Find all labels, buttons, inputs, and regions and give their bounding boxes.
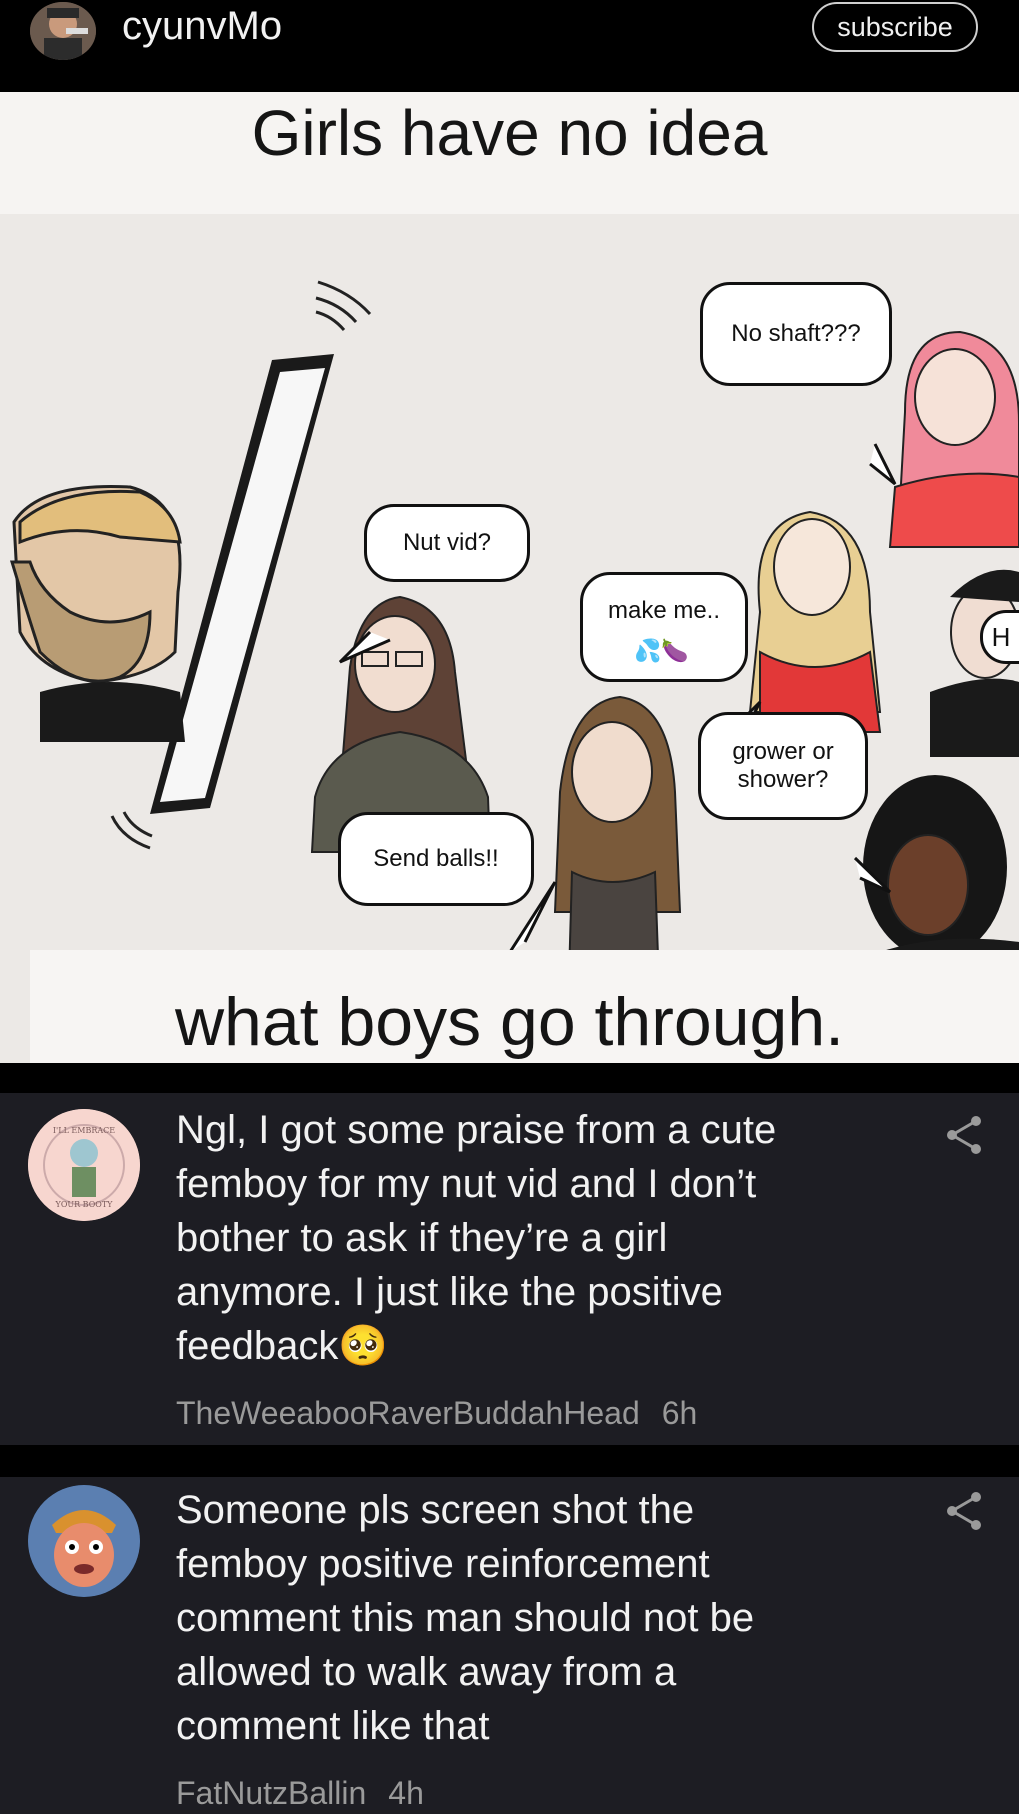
- comment-author[interactable]: FatNutzBallin: [176, 1775, 366, 1811]
- pink-hair-girl-drawing: [888, 330, 1019, 548]
- bubble-make-me-text: make me..: [607, 597, 721, 624]
- subscribe-button[interactable]: subscribe: [812, 2, 978, 52]
- post-header: cyunvMo subscribe: [0, 0, 1019, 92]
- bubble-send-balls: Send balls!!: [338, 812, 534, 906]
- meme-caption: what boys go through.: [174, 984, 845, 1060]
- bubble-make-me: make me..: [580, 572, 748, 682]
- bubble-grower-shower: grower or shower?: [698, 712, 868, 820]
- droplets-eggplant-emoji: 💦🍆: [634, 638, 689, 663]
- comment-avatar[interactable]: [28, 1485, 140, 1597]
- channel-name[interactable]: cyunvMo: [122, 4, 282, 49]
- comment-text: Ngl, I got some praise from a cute fembo…: [176, 1108, 777, 1368]
- comment-text: Someone pls screen shot the femboy posit…: [176, 1488, 755, 1748]
- comment-author[interactable]: TheWeeabooRaverBuddahHead: [176, 1395, 640, 1431]
- bubble-nut-vid: Nut vid?: [364, 504, 530, 582]
- comment-card: I'LL EMBRACE YOUR BOOTY Ngl, I got some …: [0, 1093, 1019, 1445]
- avatar-top-text: I'LL EMBRACE: [53, 1126, 115, 1135]
- section-divider: [0, 1063, 1019, 1093]
- bubble-no-shaft: No shaft???: [700, 282, 892, 386]
- section-divider: [0, 1445, 1019, 1477]
- share-icon[interactable]: [944, 1489, 984, 1533]
- share-icon[interactable]: [944, 1113, 984, 1157]
- meme-image: Girls have no idea No shaft??? Nut vid? …: [0, 92, 1019, 1063]
- comment-avatar[interactable]: I'LL EMBRACE YOUR BOOTY: [28, 1109, 140, 1221]
- comment-card: Someone pls screen shot the femboy posit…: [0, 1477, 1019, 1814]
- channel-avatar[interactable]: [30, 2, 96, 60]
- comment-meta: FatNutzBallin 4h: [176, 1775, 424, 1812]
- comment-time: 4h: [388, 1775, 424, 1811]
- comment-time: 6h: [661, 1395, 698, 1431]
- comment-meta: TheWeeabooRaverBuddahHead 6h: [176, 1395, 697, 1432]
- avatar-bottom-text: YOUR BOOTY: [55, 1200, 114, 1209]
- blonde-girl-drawing: [748, 510, 882, 733]
- bearded-man-drawing: [9, 484, 185, 742]
